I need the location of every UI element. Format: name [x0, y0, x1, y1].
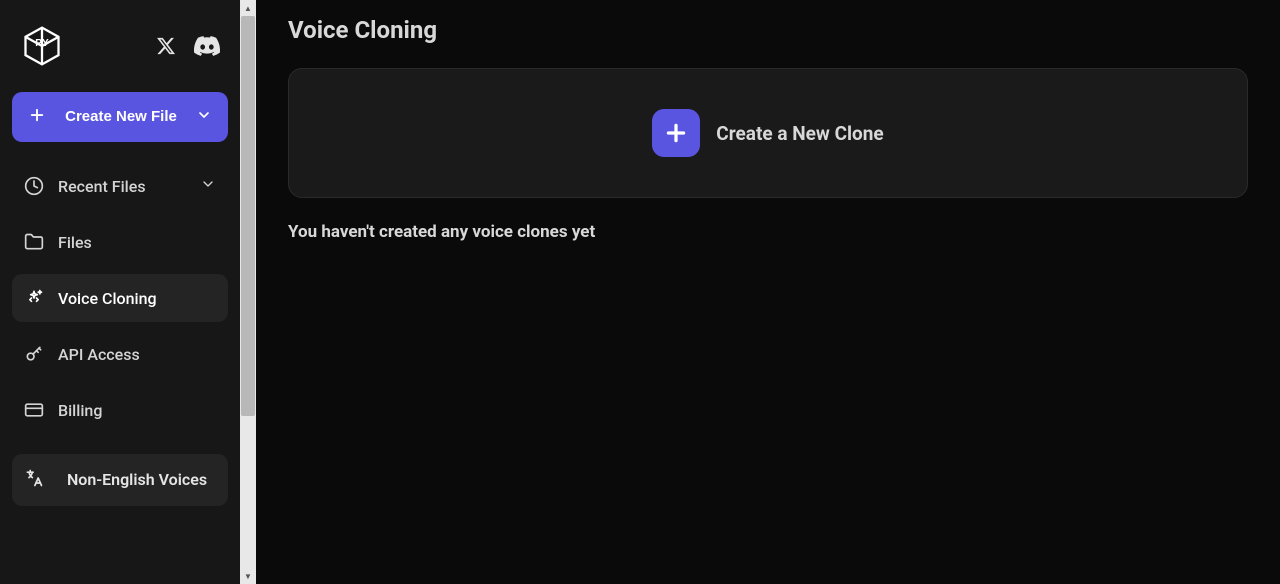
clock-icon [24, 176, 44, 196]
sidebar: PY Create New File [0, 0, 240, 584]
translate-icon [24, 468, 44, 492]
plus-icon [28, 106, 46, 128]
sidebar-item-voice-cloning[interactable]: Voice Cloning [12, 274, 228, 322]
page-title: Voice Cloning [288, 16, 1248, 44]
sidebar-item-label: Files [58, 233, 216, 252]
svg-text:PY: PY [35, 38, 49, 49]
sidebar-item-files[interactable]: Files [12, 218, 228, 266]
app-logo[interactable]: PY [20, 24, 64, 68]
empty-state-message: You haven't created any voice clones yet [288, 222, 1248, 242]
sparkles-icon [24, 288, 44, 308]
scroll-up-arrow[interactable]: ▲ [240, 0, 256, 16]
credit-card-icon [24, 400, 44, 420]
x-twitter-icon[interactable] [156, 36, 176, 56]
social-links [156, 33, 220, 59]
discord-icon[interactable] [194, 33, 220, 59]
scrollbar-thumb[interactable] [241, 16, 255, 416]
create-new-clone-button[interactable]: Create a New Clone [288, 68, 1248, 198]
non-english-label: Non-English Voices [58, 470, 216, 491]
sidebar-header: PY [12, 20, 228, 84]
sidebar-item-api-access[interactable]: API Access [12, 330, 228, 378]
folder-icon [24, 232, 44, 252]
scrollbar[interactable]: ▲ ▼ [240, 0, 256, 584]
scroll-down-arrow[interactable]: ▼ [240, 568, 256, 584]
non-english-voices-button[interactable]: Non-English Voices [12, 454, 228, 506]
sidebar-item-label: Voice Cloning [58, 289, 216, 308]
create-clone-label: Create a New Clone [716, 122, 883, 145]
plus-icon-box [652, 109, 700, 157]
create-new-file-button[interactable]: Create New File [12, 92, 228, 142]
create-button-label: Create New File [56, 107, 186, 127]
main-content: Voice Cloning Create a New Clone You hav… [256, 0, 1280, 584]
sidebar-item-billing[interactable]: Billing [12, 386, 228, 434]
sidebar-item-label: API Access [58, 345, 216, 364]
sidebar-item-recent-files[interactable]: Recent Files [12, 162, 228, 210]
chevron-down-icon [200, 176, 216, 196]
chevron-down-icon [196, 107, 212, 127]
sidebar-item-label: Billing [58, 401, 216, 420]
key-icon [24, 344, 44, 364]
sidebar-item-label: Recent Files [58, 177, 186, 196]
